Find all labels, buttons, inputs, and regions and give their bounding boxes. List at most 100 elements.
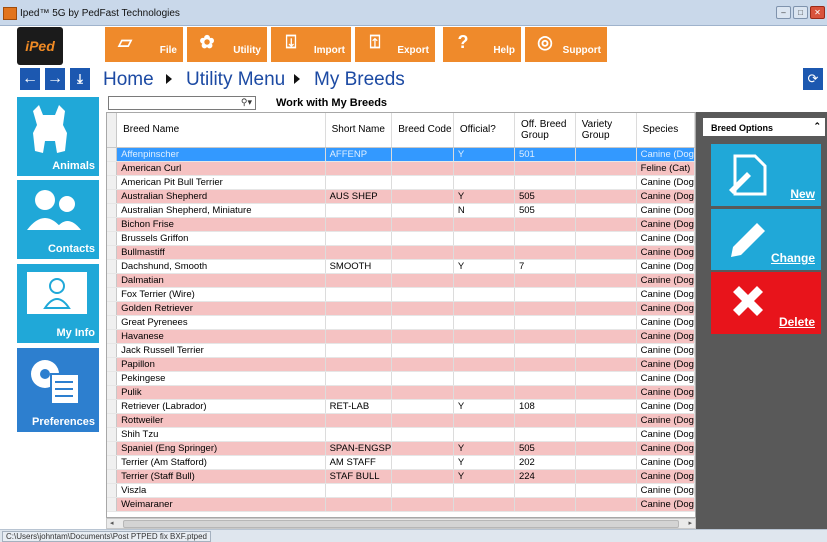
import-button[interactable]: ⍗ Import	[271, 27, 351, 62]
table-cell[interactable]	[575, 455, 637, 470]
row-selector[interactable]	[107, 245, 118, 260]
delete-breed-button[interactable]: Delete	[711, 272, 821, 334]
table-cell[interactable]	[391, 301, 454, 316]
table-cell[interactable]	[575, 203, 637, 218]
table-cell[interactable]	[575, 161, 637, 176]
row-selector[interactable]	[107, 413, 118, 428]
table-cell[interactable]	[453, 315, 515, 330]
table-cell[interactable]: Pulik	[116, 385, 326, 400]
table-cell[interactable]	[575, 497, 637, 512]
table-cell[interactable]: 7	[514, 259, 576, 274]
table-cell[interactable]: 202	[514, 455, 576, 470]
column-header[interactable]: Official?	[453, 113, 515, 148]
row-selector[interactable]	[107, 497, 118, 512]
column-header[interactable]: Species	[636, 113, 695, 148]
back-arrow-icon[interactable]: ←	[20, 68, 40, 90]
table-cell[interactable]	[575, 329, 637, 344]
table-cell[interactable]: Canine (Dog	[636, 315, 695, 330]
table-cell[interactable]: Canine (Dog	[636, 329, 695, 344]
table-cell[interactable]: Fox Terrier (Wire)	[116, 287, 326, 302]
table-cell[interactable]: Papillon	[116, 357, 326, 372]
table-cell[interactable]: Australian Shepherd	[116, 189, 326, 204]
table-cell[interactable]: American Pit Bull Terrier	[116, 175, 326, 190]
table-cell[interactable]	[514, 273, 576, 288]
table-cell[interactable]	[575, 147, 637, 162]
change-breed-button[interactable]: Change	[711, 209, 821, 270]
table-cell[interactable]: Canine (Dog	[636, 413, 695, 428]
table-cell[interactable]: Brussels Griffon	[116, 231, 326, 246]
table-cell[interactable]: Canine (Dog	[636, 455, 695, 470]
table-cell[interactable]	[325, 203, 393, 218]
table-cell[interactable]	[325, 329, 393, 344]
table-cell[interactable]	[453, 161, 515, 176]
export-button[interactable]: ⍐ Export	[355, 27, 435, 62]
table-cell[interactable]	[391, 343, 454, 358]
table-cell[interactable]	[575, 343, 637, 358]
table-cell[interactable]: Great Pyrenees	[116, 315, 326, 330]
row-selector[interactable]	[107, 217, 118, 232]
table-cell[interactable]: Canine (Dog	[636, 203, 695, 218]
row-selector[interactable]	[107, 357, 118, 372]
table-cell[interactable]: 224	[514, 469, 576, 484]
scroll-right-icon[interactable]: ▸	[688, 519, 692, 527]
table-cell[interactable]	[514, 371, 576, 386]
table-cell[interactable]	[575, 189, 637, 204]
table-cell[interactable]	[453, 343, 515, 358]
row-selector[interactable]	[107, 259, 118, 274]
row-selector[interactable]	[107, 371, 118, 386]
table-cell[interactable]	[514, 343, 576, 358]
table-cell[interactable]	[391, 273, 454, 288]
table-cell[interactable]	[514, 245, 576, 260]
row-selector[interactable]	[107, 315, 118, 330]
table-cell[interactable]: Canine (Dog	[636, 469, 695, 484]
table-cell[interactable]	[391, 287, 454, 302]
table-cell[interactable]	[575, 357, 637, 372]
table-cell[interactable]	[575, 385, 637, 400]
table-cell[interactable]: Affenpinscher	[116, 147, 326, 162]
column-header[interactable]: Off. Breed Group	[514, 113, 576, 148]
table-row[interactable]: Dalmatian Canine (Dog	[107, 273, 695, 288]
table-cell[interactable]	[391, 231, 454, 246]
table-cell[interactable]	[453, 287, 515, 302]
table-cell[interactable]: Y	[453, 259, 515, 274]
table-cell[interactable]: Canine (Dog	[636, 427, 695, 442]
table-cell[interactable]: Canine (Dog	[636, 147, 695, 162]
table-cell[interactable]	[391, 329, 454, 344]
table-cell[interactable]	[514, 315, 576, 330]
table-cell[interactable]: Canine (Dog	[636, 357, 695, 372]
table-row[interactable]: Papillon Canine (Dog	[107, 357, 695, 372]
table-cell[interactable]: 108	[514, 399, 576, 414]
table-cell[interactable]	[391, 245, 454, 260]
table-cell[interactable]: Canine (Dog	[636, 259, 695, 274]
table-row[interactable]: Australian Shepherd, Miniature N 505 Canine…	[107, 203, 695, 218]
table-cell[interactable]	[391, 357, 454, 372]
sidebar-item-animals[interactable]: Animals	[17, 97, 99, 176]
table-cell[interactable]: 505	[514, 203, 576, 218]
table-cell[interactable]	[391, 497, 454, 512]
table-cell[interactable]	[453, 413, 515, 428]
table-cell[interactable]	[575, 399, 637, 414]
table-cell[interactable]: SPAN-ENGSP	[325, 441, 393, 456]
table-cell[interactable]	[391, 483, 454, 498]
table-cell[interactable]: Canine (Dog	[636, 301, 695, 316]
row-selector[interactable]	[107, 483, 118, 498]
row-selector[interactable]	[107, 273, 118, 288]
breadcrumb-utility-menu[interactable]: Utility Menu	[186, 69, 285, 91]
table-row[interactable]: Rottweiler Canine (Dog	[107, 413, 695, 428]
table-cell[interactable]: Dachshund, Smooth	[116, 259, 326, 274]
table-row[interactable]: Brussels Griffon Canine (Dog	[107, 231, 695, 246]
table-cell[interactable]	[514, 161, 576, 176]
table-row[interactable]: American Curl Feline (Cat)	[107, 161, 695, 176]
table-cell[interactable]: Bullmastiff	[116, 245, 326, 260]
row-selector[interactable]	[107, 427, 118, 442]
maximize-button[interactable]: □	[793, 6, 808, 19]
table-cell[interactable]	[514, 287, 576, 302]
refresh-icon[interactable]: ⟳	[803, 68, 823, 90]
table-cell[interactable]	[453, 329, 515, 344]
search-input[interactable]: ⚲▾	[108, 96, 256, 110]
table-cell[interactable]	[514, 427, 576, 442]
table-cell[interactable]	[575, 259, 637, 274]
table-cell[interactable]	[453, 273, 515, 288]
column-header[interactable]: Short Name	[325, 113, 393, 148]
row-selector[interactable]	[107, 175, 118, 190]
